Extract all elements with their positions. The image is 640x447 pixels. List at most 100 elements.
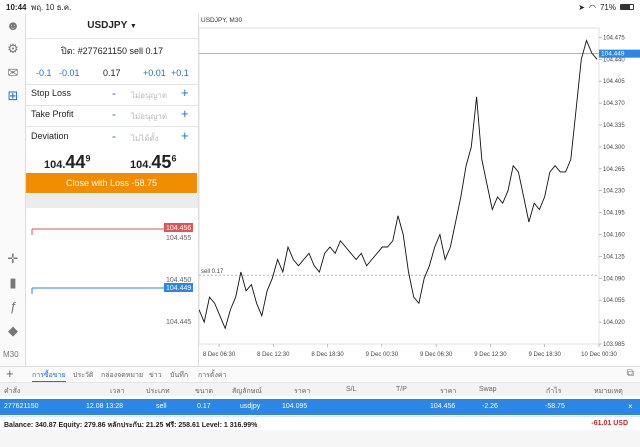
- person-icon[interactable]: ☻: [5, 18, 21, 34]
- function-icon[interactable]: ƒ: [5, 299, 21, 315]
- settings-gear-icon[interactable]: ⚙: [5, 41, 21, 57]
- toolbox-tabs: + การซื้อขาย ประวัติ กล่องจดหมาย ข่าว บั…: [0, 366, 640, 382]
- stop-loss-input[interactable]: ไม่อนุญาต: [131, 89, 167, 102]
- bottom-area: [0, 430, 640, 447]
- order-time: 12.08 13:28: [86, 403, 123, 410]
- main-chart-svg[interactable]: USDJPY, M30 104.475 104.440 104.405 104.370…: [199, 14, 640, 366]
- take-profit-minus-button[interactable]: -: [112, 107, 116, 121]
- wifi-icon: ◠: [589, 2, 596, 12]
- tab-journal[interactable]: บันทึก: [170, 370, 188, 381]
- deviation-input[interactable]: ไม่ได้ตั้ง: [131, 132, 159, 145]
- ask-price: 104.456: [130, 152, 177, 172]
- y-tick-label: 103.985: [603, 342, 625, 348]
- status-right: ➤ ◠ 71%: [578, 3, 634, 12]
- account-summary: Balance: 340.87 Equity: 279.86 หลักประกั…: [0, 416, 640, 430]
- ask-price-tag-label: 104.456: [166, 225, 191, 232]
- trade-panel: USDJPY ▼ ปิด: #277621150 sell 0.17 -0.1 …: [26, 14, 198, 194]
- take-profit-row: Take Profit - ไม่อนุญาต +: [31, 106, 194, 123]
- add-order-icon[interactable]: ⊞: [5, 88, 21, 104]
- stop-loss-row: Stop Loss - ไม่อนุญาต +: [31, 85, 194, 102]
- x-tick-label: 8 Dec 12:30: [257, 352, 290, 358]
- x-tick-label: 8 Dec 18:30: [311, 352, 344, 358]
- y-tick-label: 104.055: [603, 298, 625, 304]
- column-header: เวลา: [110, 388, 125, 395]
- close-position-icon[interactable]: ×: [628, 402, 633, 411]
- deviation-minus-button[interactable]: -: [112, 129, 116, 143]
- tab-mailbox[interactable]: กล่องจดหมาย: [101, 370, 143, 381]
- window-manager-icon[interactable]: ⧉: [627, 368, 634, 379]
- order-id: 277621150: [4, 403, 39, 410]
- table-row[interactable]: 277621150 12.08 13:28 sell 0.17 usdjpy 1…: [0, 399, 640, 415]
- volume-plus-0-01[interactable]: +0.01: [143, 68, 166, 78]
- take-profit-input[interactable]: ไม่อนุญาต: [131, 110, 167, 123]
- column-header: กำไร: [546, 388, 562, 395]
- battery-icon: [620, 4, 634, 10]
- tab-history[interactable]: ประวัติ: [73, 370, 93, 381]
- volume-minus-0-1[interactable]: -0.1: [36, 68, 52, 78]
- stop-loss-minus-button[interactable]: -: [112, 86, 116, 100]
- y-tick-label: 104.160: [603, 232, 625, 238]
- y-tick-label: 104.090: [603, 276, 625, 282]
- objects-icon[interactable]: ◆: [5, 323, 21, 339]
- location-icon: ➤: [578, 2, 585, 12]
- volume-value[interactable]: 0.17: [103, 68, 121, 78]
- status-time-date: 10:44 พฤ. 10 ธ.ค.: [6, 2, 72, 12]
- close-with-loss-button[interactable]: Close with Loss -58.75: [26, 173, 197, 193]
- take-profit-plus-button[interactable]: +: [181, 106, 189, 121]
- stop-loss-label: Stop Loss: [31, 88, 72, 98]
- x-tick-label: 8 Dec 06:30: [203, 352, 236, 358]
- volume-plus-0-1[interactable]: +0.1: [171, 68, 189, 78]
- current-price-tag-label: 104.449: [601, 51, 625, 58]
- price-quotes: 104.449 104.456: [26, 152, 198, 174]
- column-header: T/P: [396, 386, 407, 393]
- column-header: Swap: [479, 386, 497, 393]
- y-tick-label: 104.125: [603, 254, 625, 260]
- x-tick-label: 9 Dec 06:30: [420, 352, 453, 358]
- battery-percent: 71%: [599, 2, 616, 12]
- deviation-row: Deviation - ไม่ได้ตั้ง +: [31, 128, 194, 145]
- tab-trade[interactable]: การซื้อขาย: [32, 370, 66, 382]
- x-tick-label: 9 Dec 18:30: [529, 352, 562, 358]
- status-bar: 10:44 พฤ. 10 ธ.ค. ➤ ◠ 71%: [0, 0, 640, 14]
- profit-value: -58.75: [545, 403, 565, 410]
- total-profit: -61.01 USD: [591, 420, 628, 427]
- stop-loss-plus-button[interactable]: +: [181, 85, 189, 100]
- chart-title: USDJPY, M30: [201, 17, 242, 24]
- main-chart[interactable]: USDJPY, M30 104.475 104.440 104.405 104.370…: [198, 14, 640, 366]
- tab-news[interactable]: ข่าว: [149, 370, 162, 381]
- chevron-down-icon: ▼: [129, 23, 137, 30]
- timeframe-button[interactable]: M30: [3, 350, 19, 359]
- tick-label: 104.445: [166, 319, 191, 326]
- deviation-plus-button[interactable]: +: [181, 128, 189, 143]
- panel-divider: [26, 194, 198, 208]
- left-toolbar: ☻ ⚙ ✉ ⊞ ✛ ▮ ƒ ◆ M30: [0, 14, 26, 366]
- tick-label: 104.450: [166, 277, 191, 284]
- column-header: ราคา: [294, 388, 311, 395]
- crosshair-icon[interactable]: ✛: [5, 251, 21, 267]
- deviation-label: Deviation: [31, 131, 69, 141]
- column-header: สัญลักษณ์: [232, 388, 262, 395]
- orders-table-header: คำสั่ง เวลา ประเภท ขนาด สัญลักษณ์ ราคา S…: [0, 382, 640, 396]
- chat-icon[interactable]: ✉: [5, 65, 21, 81]
- tab-settings[interactable]: การตั้งค่า: [198, 370, 227, 381]
- column-header: หมายเหตุ: [594, 388, 623, 395]
- order-line: ปิด: #277621150 sell 0.17: [61, 46, 163, 56]
- x-tick-label: 9 Dec 12:30: [474, 352, 507, 358]
- current-price: 104.456: [430, 403, 456, 410]
- volume-stepper: -0.1 -0.01 0.17 +0.01 +0.1: [26, 68, 198, 82]
- x-tick-label: 9 Dec 00:30: [366, 352, 399, 358]
- plot-frame: [199, 27, 600, 345]
- tick-chart-svg: 104.456 104.449 104.455 104.450 104.445: [31, 223, 193, 326]
- volume-minus-0-01[interactable]: -0.01: [59, 68, 80, 78]
- symbol-selector[interactable]: USDJPY ▼: [26, 20, 198, 31]
- column-header: ราคา: [440, 388, 457, 395]
- y-tick-label: 104.195: [603, 211, 625, 217]
- order-type: sell: [156, 403, 167, 410]
- y-tick-label: 104.335: [603, 123, 625, 129]
- add-icon[interactable]: +: [6, 366, 14, 381]
- take-profit-label: Take Profit: [31, 109, 74, 119]
- bid-price: 104.449: [44, 152, 91, 172]
- candlestick-icon[interactable]: ▮: [5, 275, 21, 291]
- tick-chart: 104.456 104.449 104.455 104.450 104.445: [26, 208, 198, 366]
- order-volume: 0.17: [197, 403, 211, 410]
